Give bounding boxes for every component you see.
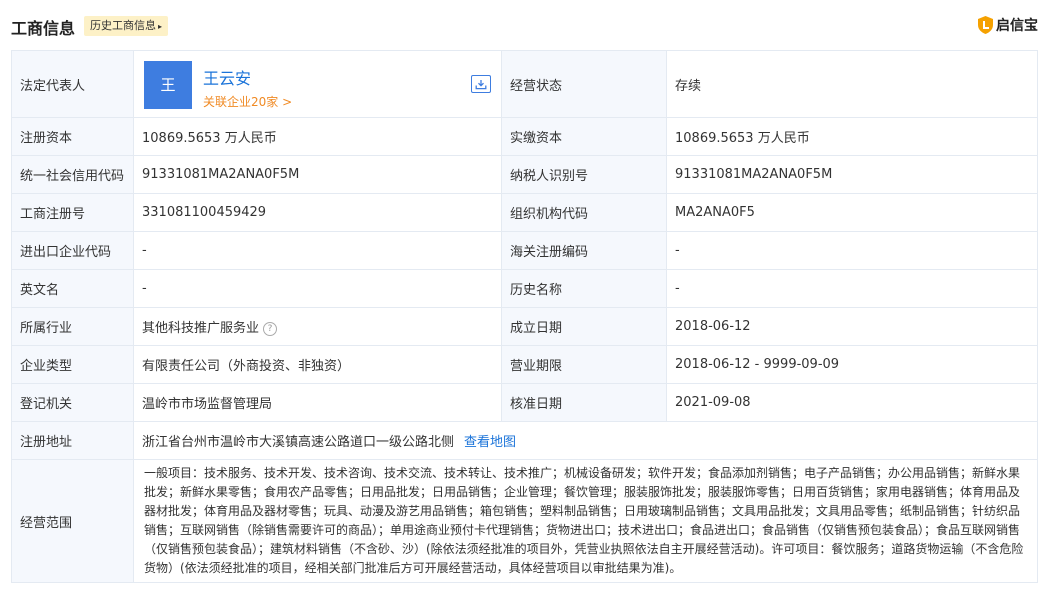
field-label: 注册资本: [11, 117, 134, 156]
field-label: 海关注册编码: [501, 231, 667, 270]
legal-rep-label: 法定代表人: [11, 50, 134, 118]
field-label: 登记机关: [11, 383, 134, 422]
download-button[interactable]: [471, 75, 491, 93]
section-header: 工商信息 历史工商信息 ▸ 启信宝: [0, 0, 1062, 52]
field-label: 纳税人识别号: [501, 155, 667, 194]
field-label: 工商注册号: [11, 193, 134, 232]
industry-cell: 其他科技推广服务业?: [133, 307, 502, 346]
field-value: -: [666, 231, 1038, 270]
shield-icon: [978, 16, 993, 34]
table-row: 所属行业 其他科技推广服务业? 成立日期 2018-06-12: [11, 307, 1038, 346]
caret-right-icon: ▸: [158, 22, 163, 31]
field-value: 其他科技推广服务业: [142, 321, 260, 336]
field-value: 10869.5653 万人民币: [133, 117, 502, 156]
table-row: 工商注册号 331081100459429 组织机构代码 MA2ANA0F5: [11, 193, 1038, 232]
question-icon[interactable]: ?: [263, 321, 278, 336]
field-label: 组织机构代码: [501, 193, 667, 232]
field-label: 历史名称: [501, 269, 667, 308]
history-info-button[interactable]: 历史工商信息 ▸: [84, 16, 169, 36]
business-info-table: 法定代表人 王 王云安 关联企业20家 > 经营状态 存续 注册资本 10869.…: [11, 50, 1038, 583]
scope-label: 经营范围: [11, 459, 134, 583]
field-value: -: [133, 231, 502, 270]
field-label: 成立日期: [501, 307, 667, 346]
field-value: 10869.5653 万人民币: [666, 117, 1038, 156]
brand-logo: 启信宝: [978, 15, 1038, 35]
field-value: MA2ANA0F5: [666, 193, 1038, 232]
brand-name: 启信宝: [996, 18, 1038, 34]
legal-rep-cell: 王 王云安 关联企业20家 >: [133, 50, 502, 118]
table-row: 经营范围 一般项目：技术服务、技术开发、技术咨询、技术交流、技术转让、技术推广；…: [11, 459, 1038, 583]
address-label: 注册地址: [11, 421, 134, 460]
address-value: 浙江省台州市温岭市大溪镇高速公路道口一级公路北侧: [142, 435, 455, 450]
field-value: 91331081MA2ANA0F5M: [133, 155, 502, 194]
field-value: 温岭市市场监督管理局: [133, 383, 502, 422]
scope-cell: 一般项目：技术服务、技术开发、技术咨询、技术交流、技术转让、技术推广；机械设备研…: [133, 459, 1038, 583]
table-row: 登记机关 温岭市市场监督管理局 核准日期 2021-09-08: [11, 383, 1038, 422]
field-value: 2021-09-08: [666, 383, 1038, 422]
status-value: 存续: [666, 50, 1038, 118]
field-label: 核准日期: [501, 383, 667, 422]
table-row: 企业类型 有限责任公司（外商投资、非独资） 营业期限 2018-06-12 - 999…: [11, 345, 1038, 384]
field-label: 企业类型: [11, 345, 134, 384]
view-map-link[interactable]: 查看地图: [464, 435, 516, 450]
table-row: 法定代表人 王 王云安 关联企业20家 > 经营状态 存续: [11, 50, 1038, 118]
avatar: 王: [144, 61, 192, 109]
table-row: 注册地址 浙江省台州市温岭市大溪镇高速公路道口一级公路北侧 查看地图: [11, 421, 1038, 460]
field-label: 进出口企业代码: [11, 231, 134, 270]
field-value: -: [133, 269, 502, 308]
scope-value: 一般项目：技术服务、技术开发、技术咨询、技术交流、技术转让、技术推广；机械设备研…: [144, 466, 1024, 575]
field-value: 2018-06-12: [666, 307, 1038, 346]
field-label: 营业期限: [501, 345, 667, 384]
field-label: 实缴资本: [501, 117, 667, 156]
address-cell: 浙江省台州市温岭市大溪镇高速公路道口一级公路北侧 查看地图: [133, 421, 1038, 460]
field-value: 331081100459429: [133, 193, 502, 232]
legal-rep-name-link[interactable]: 王云安: [203, 65, 251, 89]
field-value: -: [666, 269, 1038, 308]
table-row: 英文名 - 历史名称 -: [11, 269, 1038, 308]
status-label: 经营状态: [501, 50, 667, 118]
download-icon: [475, 79, 487, 89]
field-value: 有限责任公司（外商投资、非独资）: [133, 345, 502, 384]
section-title: 工商信息: [11, 19, 76, 38]
table-row: 统一社会信用代码 91331081MA2ANA0F5M 纳税人识别号 91331081…: [11, 155, 1038, 194]
table-row: 进出口企业代码 - 海关注册编码 -: [11, 231, 1038, 270]
related-companies-link[interactable]: 关联企业20家 >: [203, 93, 292, 110]
field-label: 统一社会信用代码: [11, 155, 134, 194]
table-row: 注册资本 10869.5653 万人民币 实缴资本 10869.5653 万人民币: [11, 117, 1038, 156]
field-label: 所属行业: [11, 307, 134, 346]
field-label: 英文名: [11, 269, 134, 308]
field-value: 2018-06-12 - 9999-09-09: [666, 345, 1038, 384]
field-value: 91331081MA2ANA0F5M: [666, 155, 1038, 194]
history-info-label: 历史工商信息: [90, 19, 156, 32]
